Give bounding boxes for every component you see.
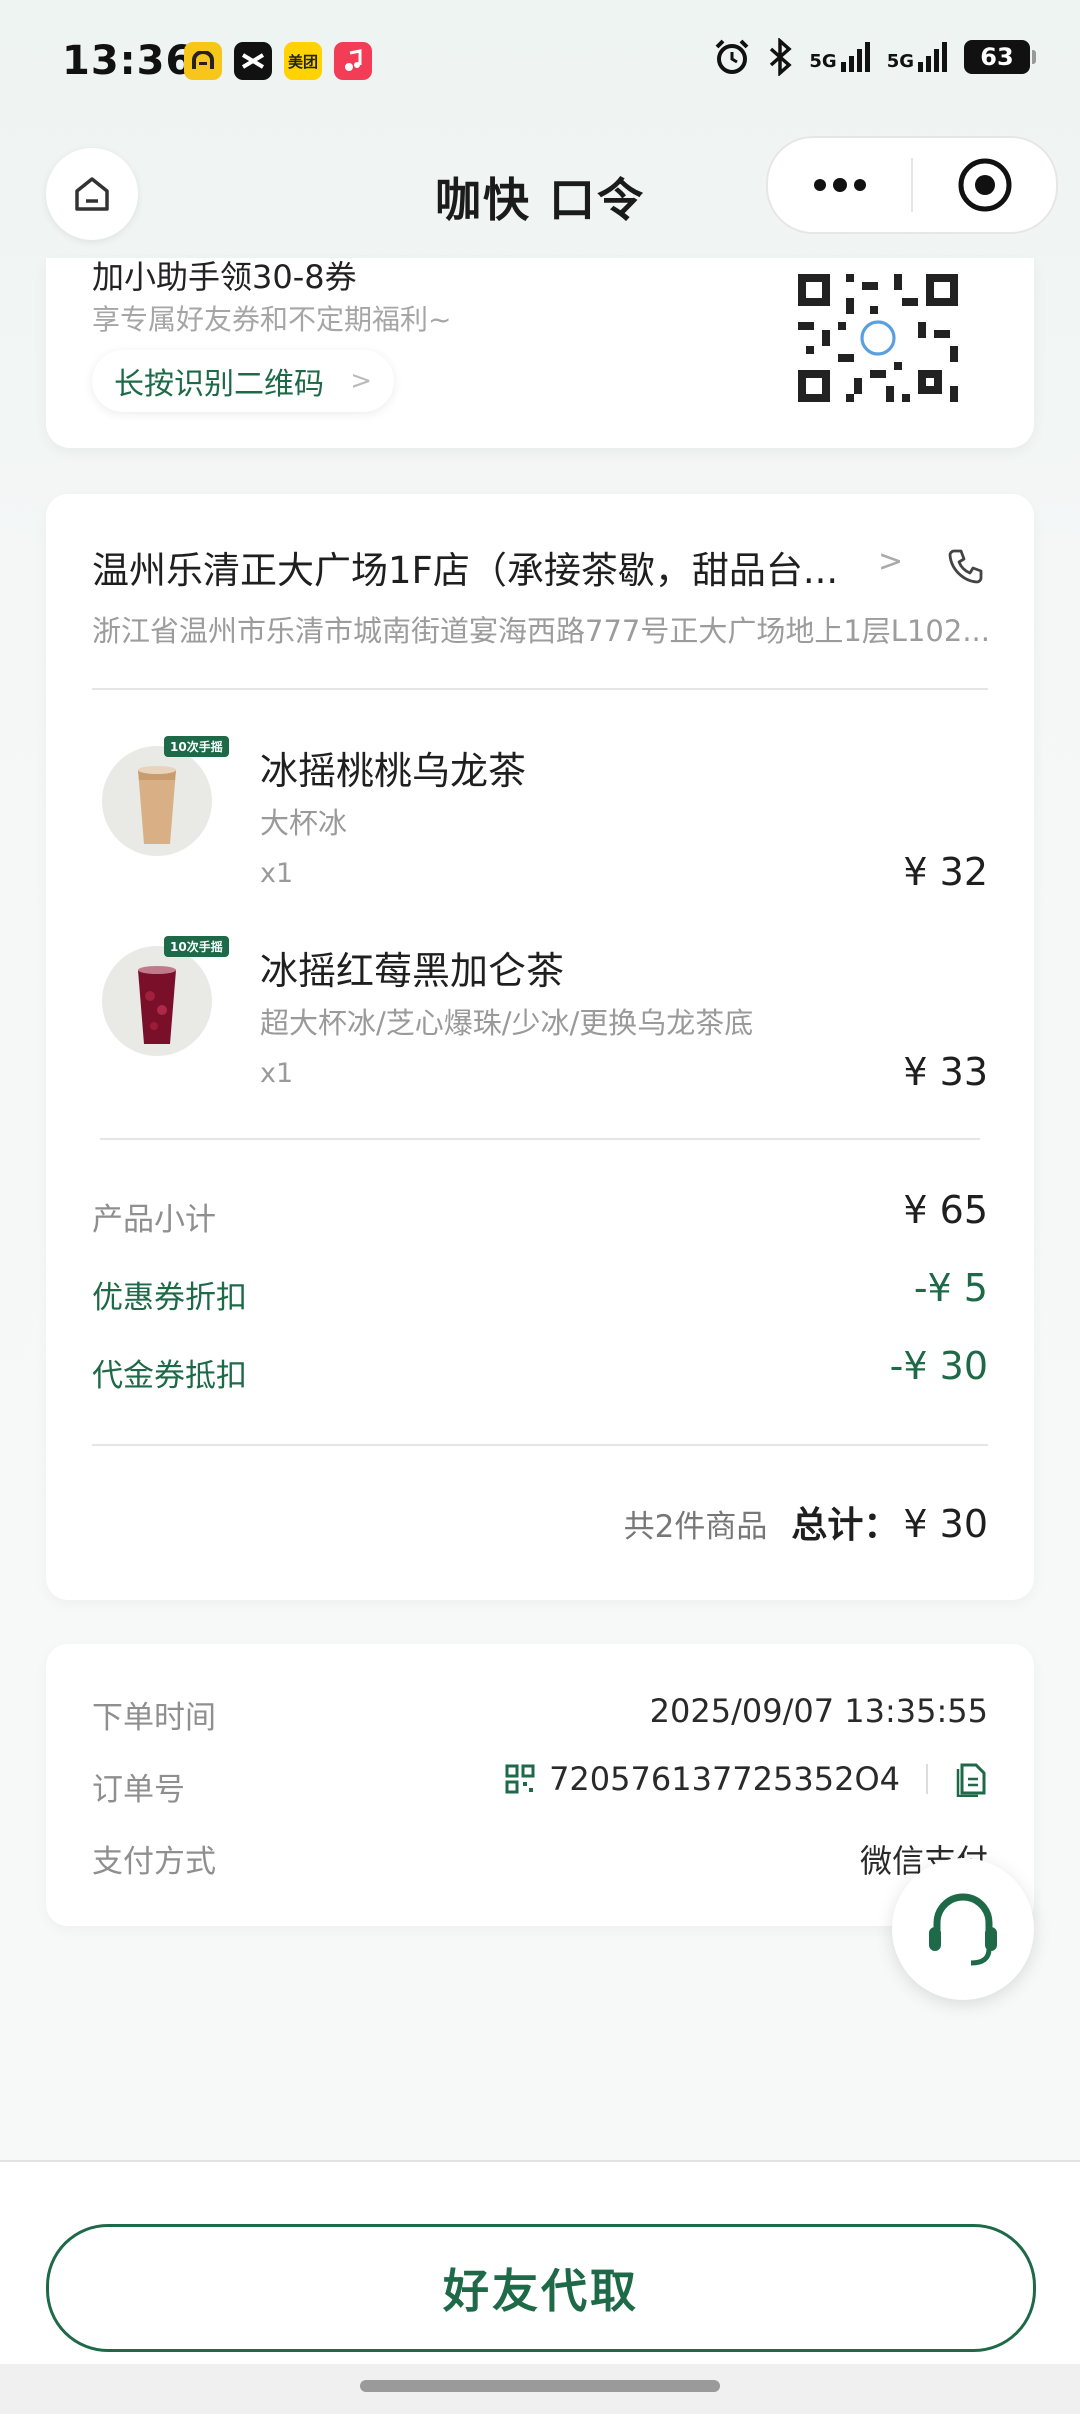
- qr-small-icon[interactable]: [505, 1764, 535, 1794]
- store-address: 浙江省温州市乐清市城南街道宴海西路777号正大广场地上1层L102...: [92, 608, 992, 650]
- item-spec: 大杯冰: [260, 800, 347, 842]
- promo-subtitle: 享专属好友券和不定期福利~: [92, 298, 451, 338]
- list-item: [102, 746, 212, 856]
- more-button[interactable]: [768, 177, 911, 193]
- voucher-value: -¥ 30: [890, 1344, 988, 1388]
- order-detail-card: 温州乐清正大广场1F店（承接茶歇，甜品台... > 浙江省温州市乐清市城南街道宴…: [46, 494, 1034, 1600]
- order-number-value: 720576137725352O4: [549, 1760, 900, 1798]
- more-dots-icon: [812, 177, 868, 193]
- system-status: 5G 5G 63: [713, 38, 1030, 76]
- customer-support-button[interactable]: [892, 1858, 1034, 2000]
- total-value: ¥ 30: [903, 1502, 988, 1546]
- subtotal-label: 产品小计: [92, 1194, 216, 1239]
- phone-icon: [946, 546, 986, 586]
- signal-1: 5G: [809, 42, 872, 72]
- order-time-value: 2025/09/07 13:35:55: [650, 1692, 988, 1730]
- item-name: 冰摇桃桃乌龙茶: [260, 740, 526, 795]
- signal-2: 5G: [887, 42, 950, 72]
- divider: [92, 1444, 988, 1446]
- notification-apps: 美团: [184, 42, 372, 80]
- home-indicator[interactable]: [360, 2380, 720, 2392]
- alarm-icon: [713, 38, 751, 76]
- meituan-icon: 美团: [284, 42, 322, 80]
- assistant-promo-card: 加小助手领30-8券 享专属好友券和不定期福利~ 长按识别二维码 >: [46, 258, 1034, 448]
- store-name[interactable]: 温州乐清正大广场1F店（承接茶歇，甜品台...: [92, 540, 852, 594]
- coupon-value: -¥ 5: [914, 1266, 988, 1310]
- drink-image: [102, 946, 212, 1056]
- app-icon-a: [184, 42, 222, 80]
- item-name: 冰摇红莓黑加仑茶: [260, 940, 564, 995]
- drink-image: [102, 746, 212, 856]
- qr-button-label: 长按识别二维码: [114, 359, 324, 403]
- item-price: ¥ 33: [903, 1050, 988, 1094]
- divider: [92, 688, 988, 690]
- item-quantity: x1: [260, 1058, 293, 1089]
- coupon-label: 优惠券折扣: [92, 1272, 247, 1317]
- copy-icon[interactable]: [954, 1761, 988, 1797]
- voucher-label: 代金券抵扣: [92, 1350, 247, 1395]
- phone-call-button[interactable]: [946, 546, 986, 590]
- payment-method-label: 支付方式: [92, 1836, 216, 1881]
- close-miniprogram-button[interactable]: [913, 157, 1056, 213]
- total-label: 总计：: [791, 1496, 899, 1548]
- friend-pickup-button[interactable]: 好友代取: [46, 2224, 1036, 2352]
- qr-recognize-button[interactable]: 长按识别二维码 >: [92, 350, 394, 412]
- item-count: 共2件商品: [624, 1501, 768, 1546]
- order-info-card: 下单时间 2025/09/07 13:35:55 订单号 72057613772…: [46, 1644, 1034, 1926]
- subtotal-value: ¥ 65: [903, 1188, 988, 1232]
- music-icon: [334, 42, 372, 80]
- order-number-row: 720576137725352O4: [505, 1760, 988, 1798]
- item-quantity: x1: [260, 858, 293, 889]
- item-price: ¥ 32: [903, 850, 988, 894]
- list-item: [102, 946, 212, 1056]
- battery-icon: 63: [964, 40, 1030, 74]
- bluetooth-icon: [765, 38, 795, 76]
- qr-code-image: [790, 264, 966, 412]
- order-number-label: 订单号: [92, 1764, 185, 1809]
- order-time-label: 下单时间: [92, 1692, 216, 1737]
- item-spec: 超大杯冰/芝心爆珠/少冰/更换乌龙茶底: [260, 1000, 753, 1042]
- shake-badge: 10次手摇: [164, 936, 229, 957]
- order-total: 共2件商品 总计： ¥ 30: [624, 1496, 988, 1548]
- divider: [100, 1138, 980, 1140]
- promo-title: 加小助手领30-8券: [92, 258, 357, 298]
- headset-icon: [923, 1887, 1003, 1971]
- chevron-right-icon: >: [350, 366, 372, 396]
- shake-badge: 10次手摇: [164, 736, 229, 757]
- target-close-icon: [957, 157, 1013, 213]
- mini-program-capsule: [766, 136, 1058, 234]
- capcut-icon: [234, 42, 272, 80]
- chevron-right-icon[interactable]: >: [878, 544, 903, 579]
- status-time: 13:36: [62, 38, 194, 84]
